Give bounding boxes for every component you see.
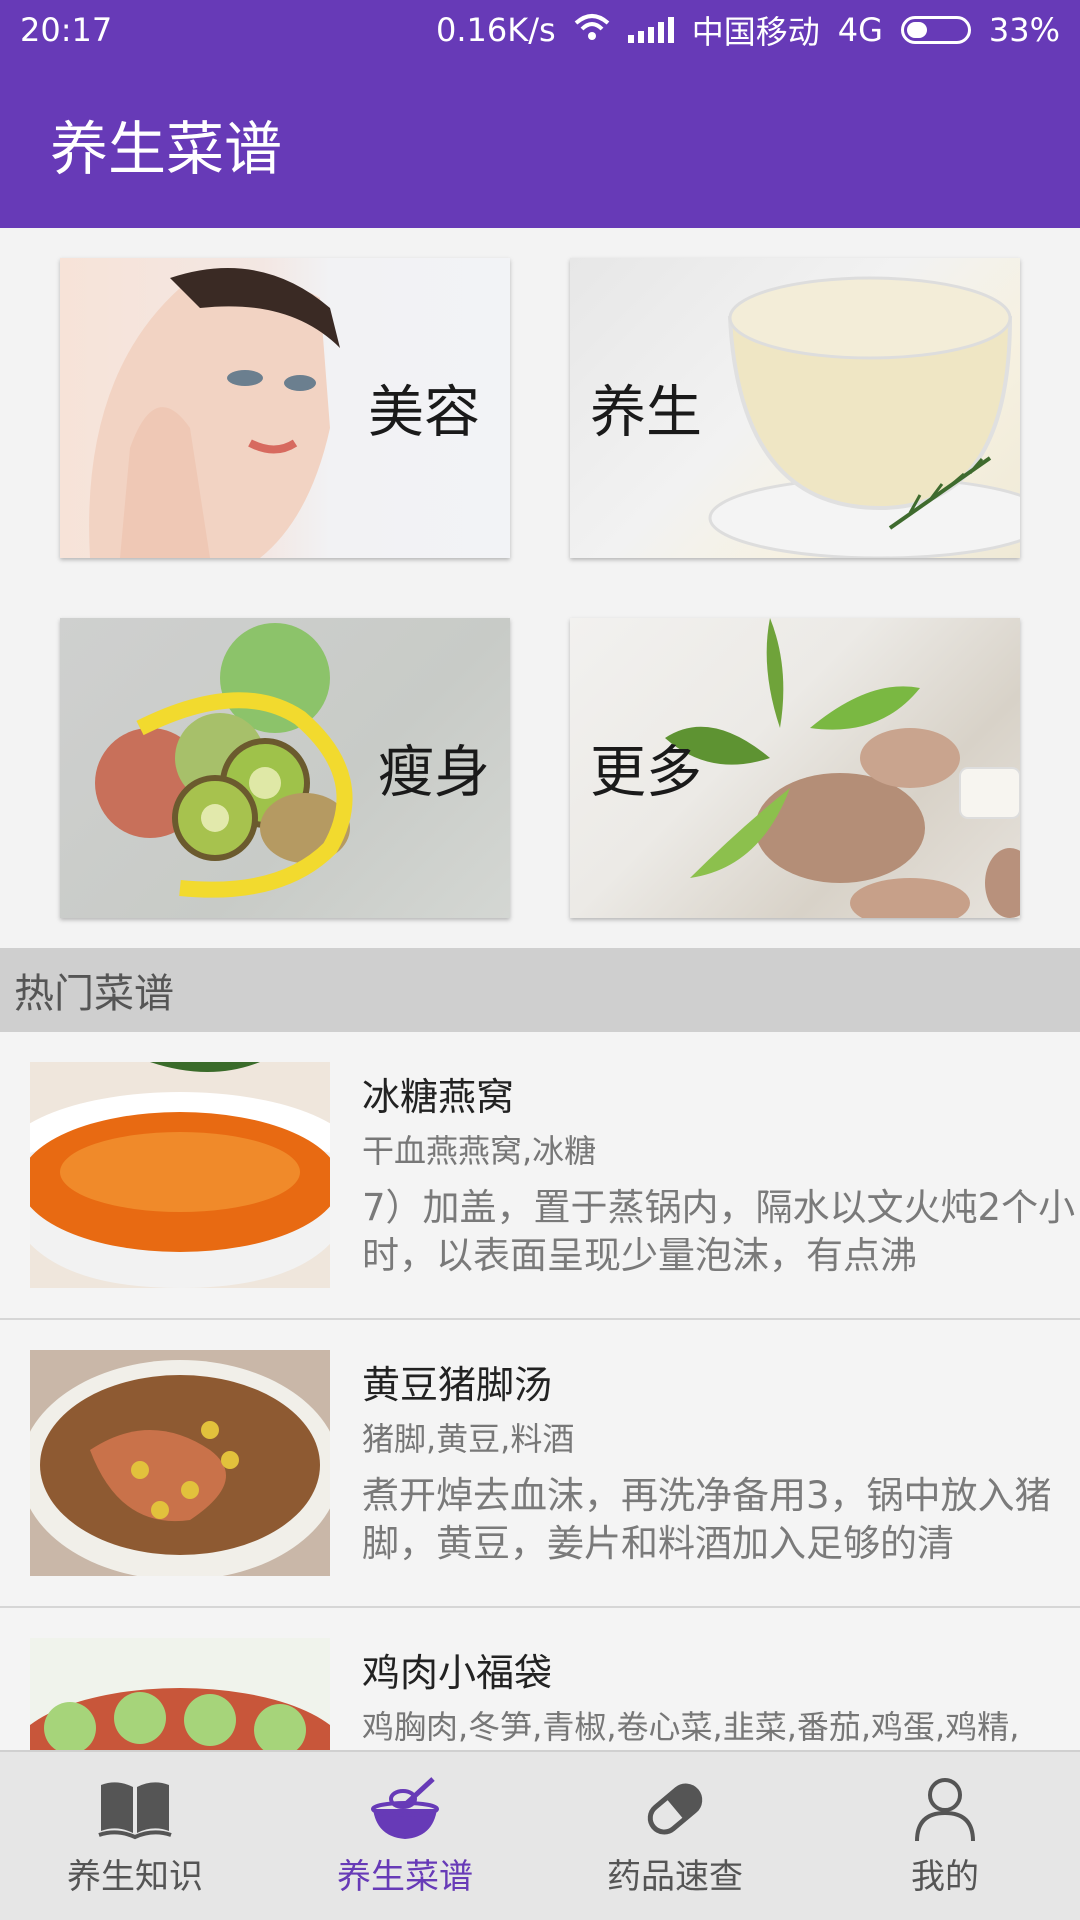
recipe-title: 鸡肉小福袋: [362, 1651, 553, 1695]
battery-icon: [900, 16, 971, 44]
recipe-ingredients: 干血燕燕窝,冰糖: [362, 1132, 597, 1170]
category-tile-health[interactable]: 养生: [570, 258, 1020, 558]
recipe-ingredients: 猪脚,黄豆,料酒: [362, 1420, 575, 1458]
nav-tab-profile[interactable]: 我的: [810, 1752, 1080, 1920]
category-label: 瘦身: [378, 740, 490, 806]
category-tile-beauty[interactable]: 美容: [60, 258, 510, 558]
list-item[interactable]: 冰糖燕窝 干血燕燕窝,冰糖 7）加盖，置于蒸锅内，隔水以文火炖2个小时，以表面呈…: [0, 1032, 1080, 1320]
network-type: 4G: [837, 11, 883, 49]
list-item[interactable]: 鸡肉小福袋 鸡胸肉,冬笋,青椒,卷心菜,韭菜,番茄,鸡蛋,鸡精,: [0, 1608, 1080, 1750]
category-label: 美容: [368, 380, 480, 446]
status-indicators: 0.16K/s 中国移动 4G 33%: [436, 7, 1060, 53]
wifi-icon: [574, 11, 610, 49]
recipe-thumbnail: [30, 1062, 330, 1288]
book-icon: [98, 1781, 172, 1839]
category-label: 养生: [590, 380, 702, 446]
nav-label: 我的: [911, 1856, 979, 1897]
section-title: 热门菜谱: [14, 971, 174, 1017]
nav-label: 养生菜谱: [337, 1856, 473, 1897]
carrier-name: 中国移动: [691, 13, 820, 51]
nav-tab-recipes[interactable]: 养生菜谱: [270, 1752, 540, 1920]
category-grid: 美容 养生 瘦身 更多: [0, 228, 1080, 948]
cooking-bowl-icon: [371, 1776, 439, 1839]
recipe-title: 黄豆猪脚汤: [362, 1363, 553, 1407]
recipe-title: 冰糖燕窝: [362, 1075, 515, 1119]
nav-label: 养生知识: [67, 1856, 203, 1897]
network-speed: 0.16K/s: [436, 11, 556, 49]
category-label: 更多: [590, 740, 702, 806]
signal-icon: [627, 17, 674, 43]
status-bar: 20:17 0.16K/s 中国移动 4G 33%: [0, 0, 1080, 60]
recipe-description: 煮开焯去血沫，再洗净备用3，锅中放入猪脚，黄豆，姜片和料酒加入足够的清: [362, 1474, 1052, 1565]
page-title: 养生菜谱: [50, 115, 283, 183]
nav-label: 药品速查: [607, 1856, 743, 1897]
pill-icon: [647, 1783, 703, 1834]
recipe-ingredients: 鸡胸肉,冬笋,青椒,卷心菜,韭菜,番茄,鸡蛋,鸡精,: [362, 1708, 1020, 1746]
battery-percent: 33%: [988, 11, 1060, 49]
status-time: 20:17: [20, 11, 113, 49]
recipe-list[interactable]: 冰糖燕窝 干血燕燕窝,冰糖 7）加盖，置于蒸锅内，隔水以文火炖2个小时，以表面呈…: [0, 1032, 1080, 1750]
app-bar: 养生菜谱: [0, 60, 1080, 228]
category-tile-more[interactable]: 更多: [570, 618, 1020, 918]
list-item[interactable]: 黄豆猪脚汤 猪脚,黄豆,料酒 煮开焯去血沫，再洗净备用3，锅中放入猪脚，黄豆，姜…: [0, 1320, 1080, 1608]
person-icon: [915, 1777, 975, 1841]
recipe-thumbnail: [30, 1638, 330, 1750]
bottom-navigation: 养生知识 养生菜谱 药品速查 我的: [0, 1750, 1080, 1920]
category-tile-slim[interactable]: 瘦身: [60, 618, 510, 918]
recipe-thumbnail: [30, 1350, 330, 1576]
section-header-hot-recipes: 热门菜谱: [0, 948, 1080, 1032]
nav-tab-drug-lookup[interactable]: 药品速查: [540, 1752, 810, 1920]
recipe-description: 7）加盖，置于蒸锅内，隔水以文火炖2个小时，以表面呈现少量泡沫，有点沸: [362, 1186, 1076, 1277]
nav-tab-knowledge[interactable]: 养生知识: [0, 1752, 270, 1920]
